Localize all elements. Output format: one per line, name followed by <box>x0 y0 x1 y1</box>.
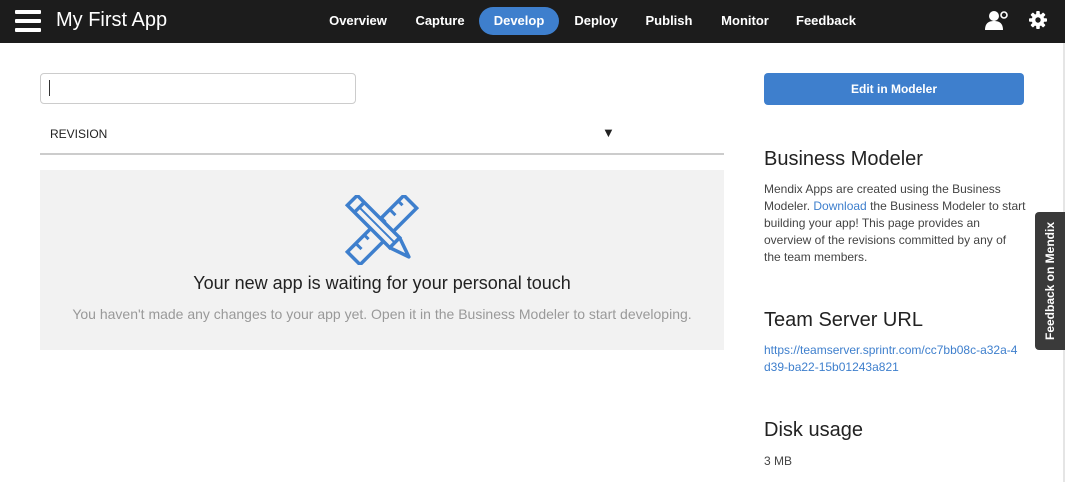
feedback-tab-label: Feedback on Mendix <box>1043 221 1057 341</box>
app-title[interactable]: My First App <box>56 9 167 32</box>
text-caret <box>49 80 50 96</box>
nav-overview[interactable]: Overview <box>322 7 394 35</box>
nav-capture[interactable]: Capture <box>405 7 475 35</box>
business-modeler-heading: Business Modeler <box>764 148 923 170</box>
edit-in-modeler-button[interactable]: Edit in Modeler <box>764 73 1024 105</box>
nav-feedback[interactable]: Feedback <box>788 7 864 35</box>
nav-monitor[interactable]: Monitor <box>712 7 778 35</box>
team-server-url-link[interactable]: https://teamserver.sprintr.com/cc7bb08c-… <box>764 342 1022 376</box>
download-link[interactable]: Download <box>813 199 866 213</box>
hamburger-icon[interactable] <box>15 10 41 32</box>
dropdown-arrow-icon[interactable]: ▼ <box>602 125 615 140</box>
nav-publish[interactable]: Publish <box>637 7 701 35</box>
nav-deploy[interactable]: Deploy <box>565 7 627 35</box>
empty-state-subtitle: You haven't made any changes to your app… <box>72 306 692 322</box>
business-modeler-text: Mendix Apps are created using the Busine… <box>764 182 1026 264</box>
disk-usage-value: 3 MB <box>764 454 793 468</box>
empty-state-title: Your new app is waiting for your persona… <box>193 273 571 293</box>
user-settings-icon[interactable] <box>985 10 1009 32</box>
revision-label: REVISION <box>50 127 108 141</box>
disk-usage-heading: Disk usage <box>764 419 863 441</box>
nav-develop[interactable]: Develop <box>479 7 559 35</box>
revision-dropdown[interactable]: REVISION ▼ <box>40 113 724 155</box>
top-navigation-bar: My First App Overview Capture Develop De… <box>0 0 1065 43</box>
feedback-tab[interactable]: Feedback on Mendix <box>1035 212 1065 350</box>
team-server-heading: Team Server URL <box>764 309 923 331</box>
ruler-pencil-icon <box>345 195 419 265</box>
search-input[interactable] <box>40 73 356 104</box>
gear-icon[interactable] <box>1029 10 1047 30</box>
empty-state-panel: Your new app is waiting for your persona… <box>40 170 724 350</box>
